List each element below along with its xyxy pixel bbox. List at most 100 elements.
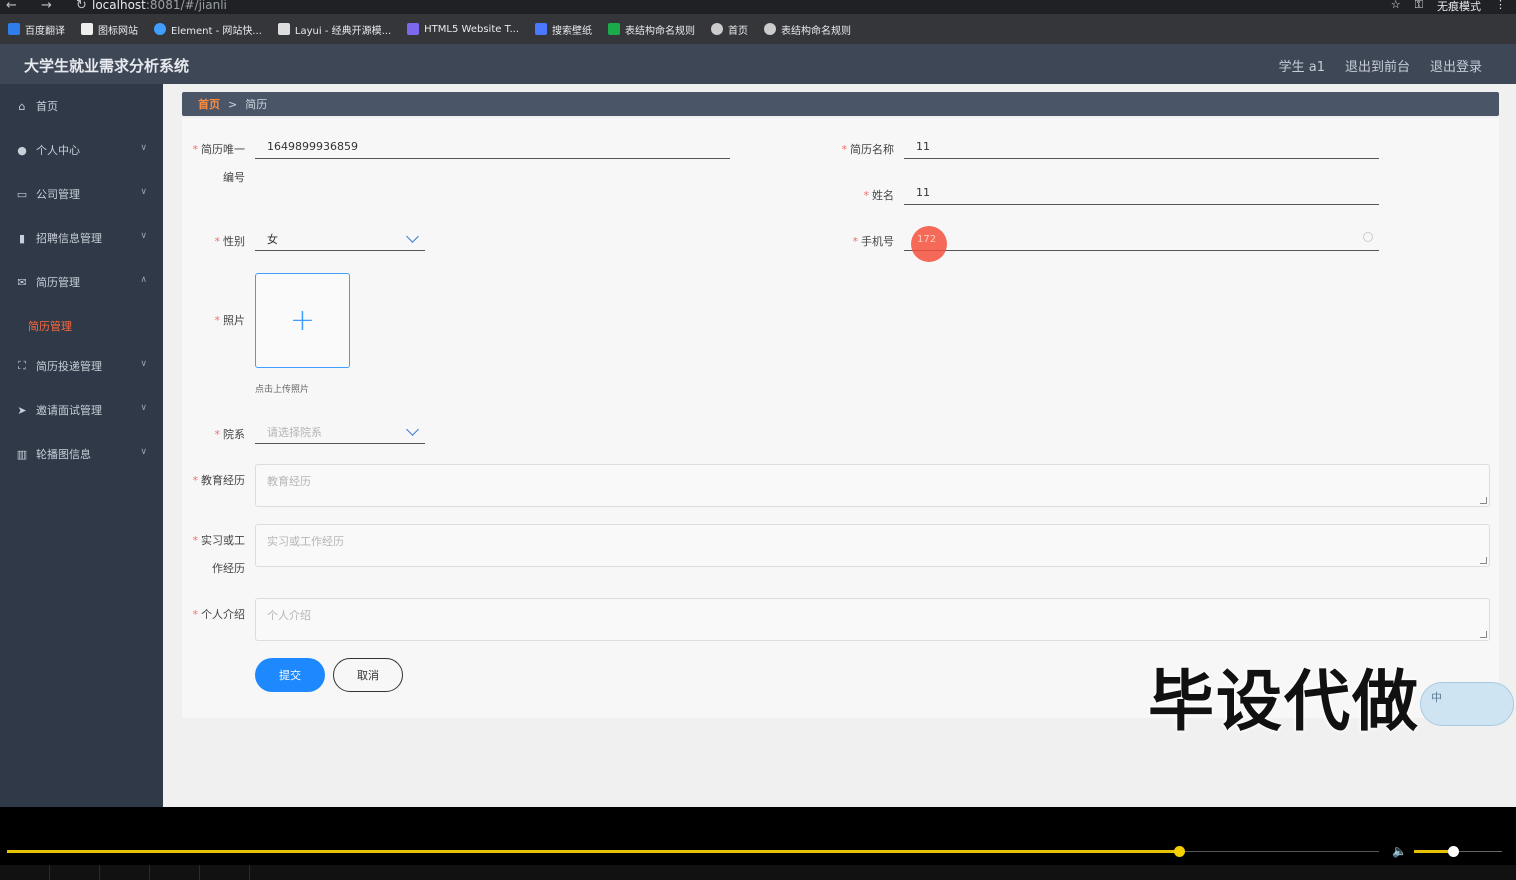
- bookmark-item[interactable]: 图标网站: [81, 22, 138, 37]
- breadcrumb: 首页 > 简历: [182, 92, 1499, 116]
- incognito-label[interactable]: 无痕模式: [1437, 0, 1481, 14]
- work-label: * 实习或工: [192, 534, 246, 547]
- sidebar-item-delivery[interactable]: ⛶ 简历投递管理 ∨: [0, 351, 163, 381]
- star-icon[interactable]: ☆: [1391, 0, 1401, 14]
- chevron-down-icon: ∨: [140, 231, 147, 241]
- plus-icon: +: [289, 303, 316, 338]
- resume-id-input[interactable]: 1649899936859: [255, 135, 730, 159]
- wallpaper-icon: [535, 23, 548, 35]
- bookmark-item[interactable]: Layui - 经典开源模...: [277, 22, 391, 37]
- breadcrumb-home[interactable]: 首页: [198, 96, 220, 112]
- photo-hint: 点击上传照片: [255, 385, 310, 395]
- cancel-button[interactable]: 取消: [333, 658, 403, 692]
- sidebar-subitem-resume[interactable]: 简历管理: [28, 318, 72, 334]
- dept-select[interactable]: 请选择院系: [255, 420, 425, 444]
- url-host: localhost: [92, 0, 146, 12]
- more-icon[interactable]: ⋮: [1495, 0, 1506, 14]
- bookmark-item[interactable]: 百度翻译: [8, 22, 65, 37]
- sidebar-item-carousel[interactable]: ▥ 轮播图信息 ∨: [0, 439, 163, 469]
- intro-label: * 个人介绍: [192, 608, 246, 621]
- logout-link[interactable]: 退出登录: [1430, 56, 1482, 75]
- photo-label: * 照片: [214, 314, 246, 327]
- icon-site-icon: [81, 23, 93, 35]
- control-slot[interactable]: [100, 865, 150, 880]
- dept-label: * 院系: [214, 428, 246, 441]
- chevron-down-icon: ∨: [140, 187, 147, 197]
- mail-icon: ✉: [17, 275, 27, 289]
- translate-icon: [8, 23, 20, 35]
- sidebar-item-resume[interactable]: ✉ 简历管理 ∧: [0, 267, 163, 297]
- chevron-down-icon: ∨: [140, 359, 147, 369]
- bookmark-item[interactable]: Element - 网站快...: [154, 22, 262, 37]
- app-title: 大学生就业需求分析系统: [24, 57, 190, 75]
- photo-upload[interactable]: +: [255, 273, 350, 368]
- sidebar-item-personal[interactable]: ● 个人中心 ∨: [0, 135, 163, 165]
- app-header: 大学生就业需求分析系统 学生 a1 退出到前台 退出登录: [0, 44, 1516, 84]
- bookmark-item[interactable]: 首页: [711, 22, 748, 37]
- breadcrumb-separator: >: [228, 97, 238, 111]
- phone-typed-value: 172: [917, 234, 937, 245]
- resume-name-input[interactable]: 11: [904, 135, 1379, 159]
- ime-label: 中: [1431, 691, 1442, 704]
- frame-icon: ⛶: [18, 359, 26, 372]
- chevron-down-icon: ∨: [140, 403, 147, 413]
- phone-input[interactable]: [904, 227, 1379, 251]
- recruit-icon: ▮: [18, 231, 26, 245]
- browser-toolbar: ← → ↻ localhost:8081/#/jianli ☆ ⚿ 无痕模式 ⋮: [0, 0, 1516, 14]
- bookmark-item[interactable]: HTML5 Website T...: [407, 23, 519, 35]
- bookmark-item[interactable]: 表结构命名规则: [608, 22, 695, 37]
- bookmarks-bar: 百度翻译 图标网站 Element - 网站快... Layui - 经典开源模…: [0, 14, 1516, 44]
- home-icon: ⌂: [18, 99, 26, 113]
- browser-right-controls: ☆ ⚿ 无痕模式 ⋮: [1391, 0, 1506, 14]
- sidebar-item-company[interactable]: ▭ 公司管理 ∨: [0, 179, 163, 209]
- volume-bar-fill[interactable]: [1414, 850, 1452, 853]
- ime-float-widget[interactable]: 中: [1420, 682, 1514, 726]
- intro-textarea[interactable]: 个人介绍: [255, 598, 1490, 641]
- player-controls-strip: [0, 865, 1516, 880]
- company-icon: ▭: [16, 187, 28, 201]
- name-input[interactable]: 11: [904, 181, 1379, 205]
- user-icon: ●: [17, 143, 27, 157]
- sheet-icon: [608, 23, 621, 35]
- gender-select[interactable]: 女: [255, 227, 425, 251]
- control-slot[interactable]: [50, 865, 100, 880]
- name-label: * 姓名: [863, 189, 895, 202]
- control-slot[interactable]: [200, 865, 250, 880]
- html5-icon: [407, 23, 420, 35]
- element-icon: [154, 23, 166, 35]
- volume-bar-rest[interactable]: [1452, 851, 1502, 852]
- current-user: 学生 a1: [1278, 60, 1325, 75]
- edu-textarea[interactable]: 教育经历: [255, 464, 1490, 507]
- work-textarea[interactable]: 实习或工作经历: [255, 524, 1490, 567]
- progress-bar-fill[interactable]: [7, 850, 1179, 853]
- chevron-down-icon: [406, 423, 419, 436]
- key-icon[interactable]: ⚿: [1415, 0, 1423, 14]
- bookmark-item[interactable]: 搜索壁纸: [535, 22, 592, 37]
- control-slot[interactable]: [150, 865, 200, 880]
- edu-label: * 教育经历: [192, 474, 246, 487]
- sidebar-item-home[interactable]: ⌂ 首页: [0, 91, 163, 121]
- gender-label: * 性别: [214, 235, 246, 248]
- volume-knob[interactable]: [1448, 846, 1459, 857]
- submit-button[interactable]: 提交: [255, 658, 325, 692]
- sidebar-item-interview[interactable]: ➤ 邀请面试管理 ∨: [0, 395, 163, 425]
- url-path: :8081/#/jianli: [145, 0, 227, 12]
- volume-icon[interactable]: 🔈: [1392, 844, 1407, 858]
- globe-icon: [764, 23, 777, 35]
- chevron-down-icon: ∨: [140, 143, 147, 153]
- chevron-down-icon: [406, 230, 419, 243]
- clear-icon[interactable]: [1363, 232, 1373, 242]
- chevron-down-icon: ∨: [140, 447, 147, 457]
- address-bar[interactable]: localhost:8081/#/jianli: [92, 0, 227, 12]
- control-slot[interactable]: [0, 865, 50, 880]
- chart-icon: ▥: [16, 447, 28, 461]
- exit-to-front-link[interactable]: 退出到前台: [1345, 56, 1410, 75]
- header-actions: 学生 a1 退出到前台 退出登录: [1279, 56, 1482, 75]
- browser-nav-icons[interactable]: ← → ↻: [6, 0, 97, 13]
- watermark-text: 毕设代做: [1148, 663, 1420, 740]
- progress-knob[interactable]: [1174, 846, 1185, 857]
- progress-bar-rest[interactable]: [1179, 851, 1379, 852]
- bookmark-item[interactable]: 表结构命名规则: [764, 22, 851, 37]
- resume-name-label: * 简历名称: [841, 143, 895, 156]
- sidebar-item-recruit[interactable]: ▮ 招聘信息管理 ∨: [0, 223, 163, 253]
